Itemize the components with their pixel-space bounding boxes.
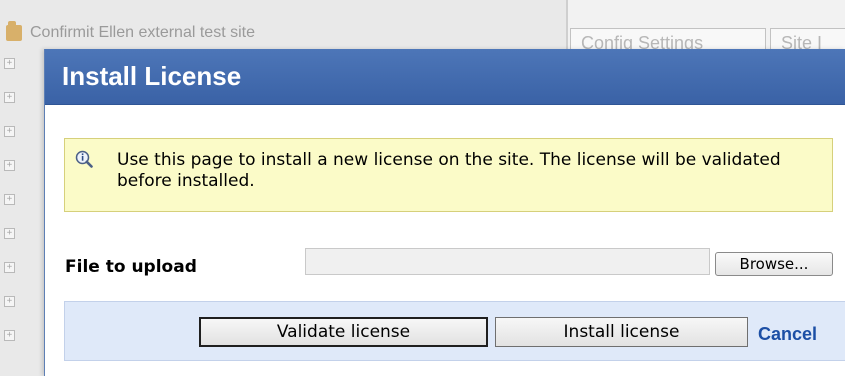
file-upload-label: File to upload [65,257,197,277]
tree-expander-icon[interactable]: + [4,160,15,171]
install-license-button[interactable]: Install license [495,317,748,347]
dialog-title: Install License [62,61,242,91]
info-message-box: Use this page to install a new license o… [64,138,833,212]
validate-license-button[interactable]: Validate license [199,317,488,347]
folder-icon [6,21,22,41]
cancel-link[interactable]: Cancel [758,324,817,345]
tree-expander-icon[interactable]: + [4,330,15,341]
tree-expander-icon[interactable]: + [4,228,15,239]
tree-expander-icon[interactable]: + [4,262,15,273]
tree-expander-icon[interactable]: + [4,92,15,103]
browse-button[interactable]: Browse... [715,252,833,276]
tree-expander-icon[interactable]: + [4,194,15,205]
tree-expander-icon[interactable]: + [4,126,15,137]
dialog-action-bar: Validate license Install license Cancel [64,301,845,361]
install-license-dialog: Install License Use this page to install… [44,49,845,376]
info-text: Use this page to install a new license o… [117,150,781,191]
tree-expander-icon[interactable]: + [4,58,15,69]
tree-root-item[interactable]: Confirmit Ellen external test site [6,21,255,44]
tree-expander-icon[interactable]: + [4,296,15,307]
tree-root-label: Confirmit Ellen external test site [30,24,255,41]
magnifier-info-icon [75,150,93,168]
file-path-input[interactable] [305,248,710,275]
dialog-header: Install License [45,49,845,105]
